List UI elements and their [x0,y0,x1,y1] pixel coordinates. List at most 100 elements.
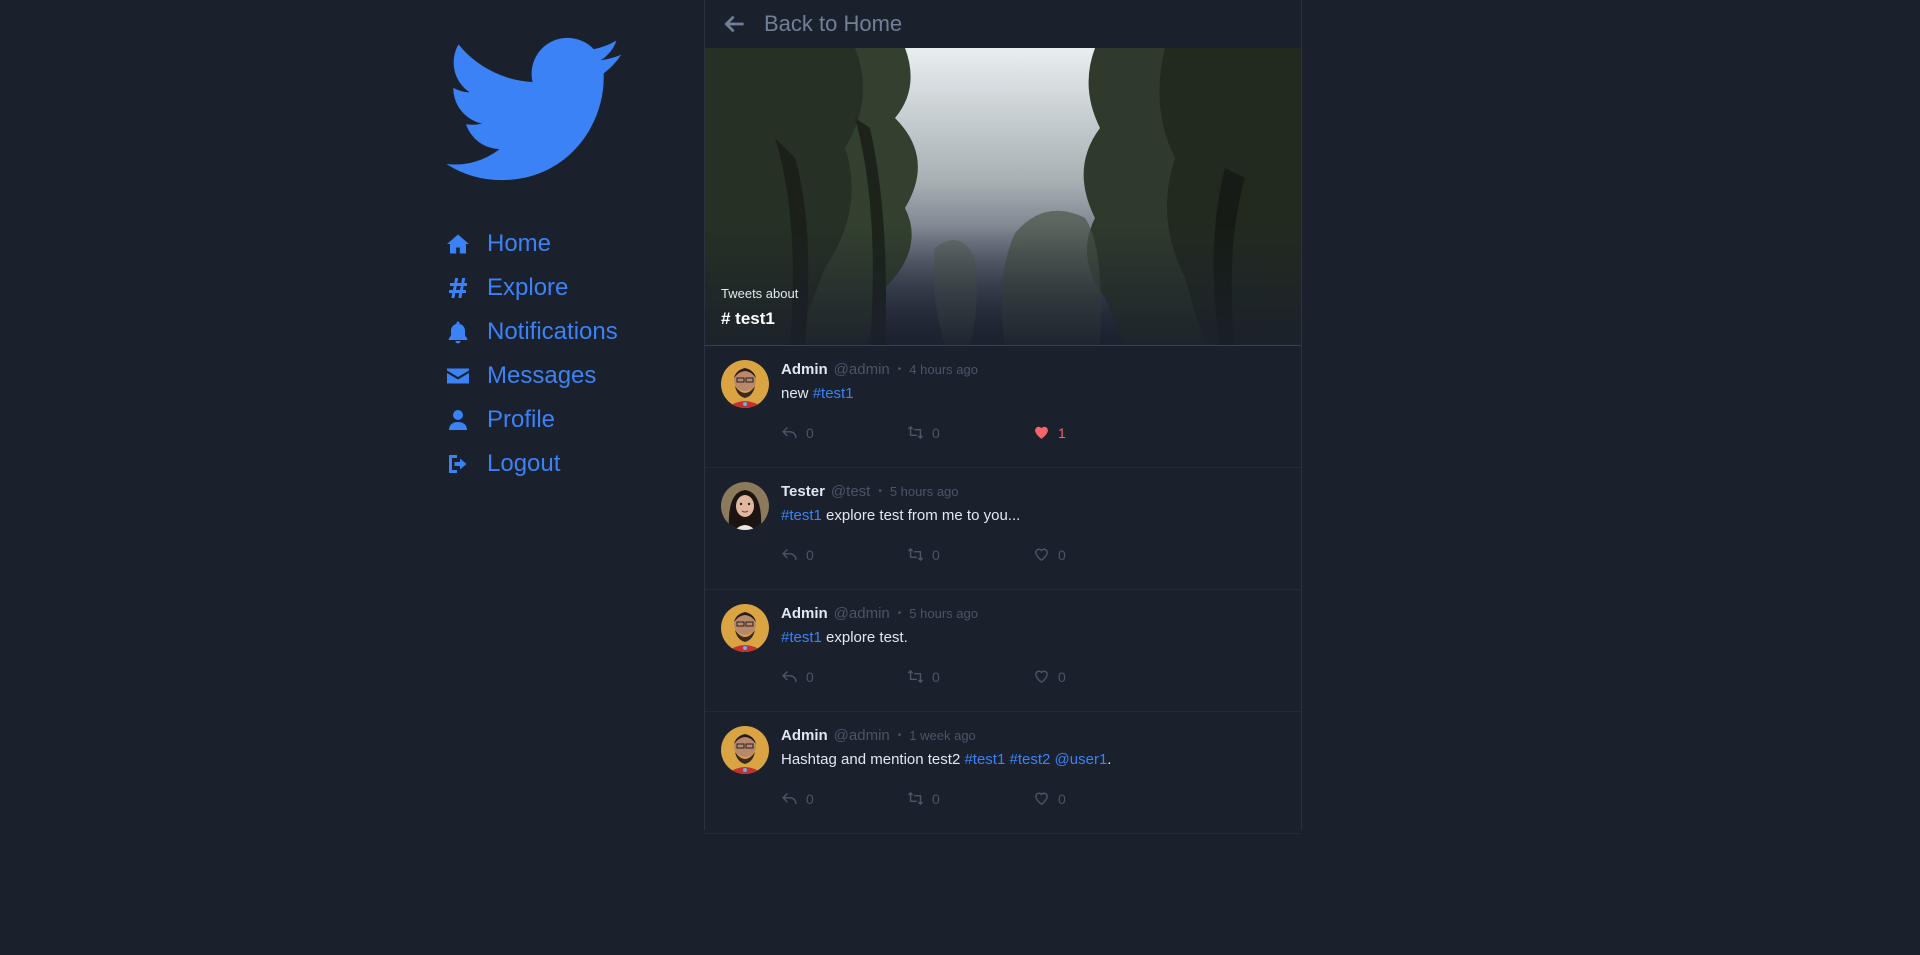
banner-caption: Tweets about [721,286,799,301]
nav-notifications[interactable]: Notifications [446,310,666,354]
tweet-author-handle: @admin [833,727,890,744]
nav-home-label: Home [487,230,552,257]
reply-count: 0 [806,424,814,441]
retweet-icon [907,425,924,440]
tweet-separator: • [897,608,902,619]
avatar[interactable] [721,482,769,530]
sidebar: Home Explore Notifications Messages Prof… [446,36,666,486]
nav-explore-label: Explore [487,274,569,301]
avatar[interactable] [721,604,769,652]
tweet-timestamp: 4 hours ago [909,362,978,377]
retweet-button[interactable]: 0 [907,668,1033,685]
hashtag-link[interactable]: #test1 [964,751,1005,768]
nav-messages[interactable]: Messages [446,354,666,398]
nav-profile[interactable]: Profile [446,398,666,442]
hashtag-link[interactable]: #test1 [781,629,822,646]
tweet-item[interactable]: Tester @test • 5 hours ago #test1 explor… [705,468,1301,590]
retweet-count: 0 [932,424,940,441]
tweet-timestamp: 5 hours ago [889,484,959,499]
like-button[interactable]: 1 [1033,424,1159,441]
hashtag-icon [446,274,474,302]
twitter-logo-icon[interactable] [446,36,622,182]
retweet-button[interactable]: 0 [907,424,1033,441]
avatar[interactable] [721,360,769,408]
tweet-text: #test1 explore test from me to you... [781,506,1285,526]
reply-icon [782,793,797,805]
reply-count: 0 [806,546,814,563]
tweet-author-handle: @test [830,483,871,500]
mention-link[interactable]: @user1 [1055,751,1108,768]
tweet-timestamp: 5 hours ago [909,606,978,621]
tweet-author-name[interactable]: Admin [781,604,828,624]
reply-icon [782,671,797,683]
reply-icon [782,427,797,439]
nav-logout-label: Logout [487,450,561,477]
tweet-author-name[interactable]: Tester [781,482,825,502]
like-button[interactable]: 0 [1033,546,1159,563]
nav-explore[interactable]: Explore [446,266,666,310]
user-icon [446,406,474,434]
reply-button[interactable]: 0 [781,668,907,685]
retweet-icon [907,791,924,806]
nav-profile-label: Profile [487,406,556,433]
tweet-text-segment: Hashtag and mention test2 [781,751,965,768]
back-to-home-button[interactable]: Back to Home [705,0,1301,48]
tweet-item[interactable]: Admin @admin • 4 hours ago new #test1 0 … [705,346,1301,468]
banner-text: Tweets about # test1 [721,286,798,329]
tweet-text: Hashtag and mention test2 #test1 #test2 … [781,750,1285,770]
tweet-text: new #test1 [781,384,1285,404]
reply-button[interactable]: 0 [781,424,907,441]
like-count: 0 [1058,668,1066,685]
hashtag-link[interactable]: #test2 [1010,751,1051,768]
tweet-separator: • [897,730,902,741]
tweet-author-name[interactable]: Admin [781,726,828,746]
retweet-count: 0 [932,668,940,685]
like-button[interactable]: 0 [1033,668,1159,685]
tweet-text: #test1 explore test. [781,628,1285,648]
retweet-icon [907,669,924,684]
tweet-separator: • [897,364,902,375]
heart-outline-icon [1035,548,1048,562]
arrow-left-icon [724,15,744,33]
nav-logout[interactable]: Logout [446,442,666,486]
nav-home[interactable]: Home [446,222,666,266]
heart-outline-icon [1035,792,1048,806]
hashtag-banner: Tweets about # test1 [705,48,1301,346]
retweet-count: 0 [932,790,940,807]
tweet-item[interactable]: Admin @admin • 1 week ago Hashtag and me… [705,712,1301,834]
tweet-text-segment: new [781,385,813,402]
tweet-author-name[interactable]: Admin [781,360,828,380]
retweet-button[interactable]: 0 [907,546,1033,563]
reply-button[interactable]: 0 [781,546,907,563]
like-button[interactable]: 0 [1033,790,1159,807]
retweet-count: 0 [932,546,940,563]
nav-messages-label: Messages [487,362,597,389]
reply-icon [782,549,797,561]
bell-icon [446,318,474,346]
like-count: 0 [1058,546,1066,563]
retweet-icon [907,547,924,562]
avatar[interactable] [721,726,769,774]
tweet-actions: 0 0 0 [781,790,1285,807]
main-column: Back to Home Tweets about # test1 Admin … [704,0,1302,834]
tweet-item[interactable]: Admin @admin • 5 hours ago #test1 explor… [705,590,1301,712]
hashtag-link[interactable]: #test1 [781,507,822,524]
tweet-actions: 0 0 1 [781,424,1285,441]
like-count: 1 [1058,424,1066,441]
tweet-text-segment: explore test from me to you... [821,507,1021,524]
retweet-button[interactable]: 0 [907,790,1033,807]
envelope-icon [446,362,474,390]
home-icon [446,230,474,258]
tweet-timestamp: 1 week ago [909,728,976,743]
hashtag-link[interactable]: #test1 [813,385,854,402]
banner-hashtag: # test1 [721,309,775,328]
tweet-actions: 0 0 0 [781,546,1285,563]
tweet-author-handle: @admin [833,361,890,378]
back-label: Back to Home [764,11,903,36]
logout-icon [446,450,474,478]
tweet-text-segment: . [1107,751,1112,768]
tweet-actions: 0 0 0 [781,668,1285,685]
like-count: 0 [1058,790,1066,807]
tweet-separator: • [878,486,882,497]
reply-button[interactable]: 0 [781,790,907,807]
